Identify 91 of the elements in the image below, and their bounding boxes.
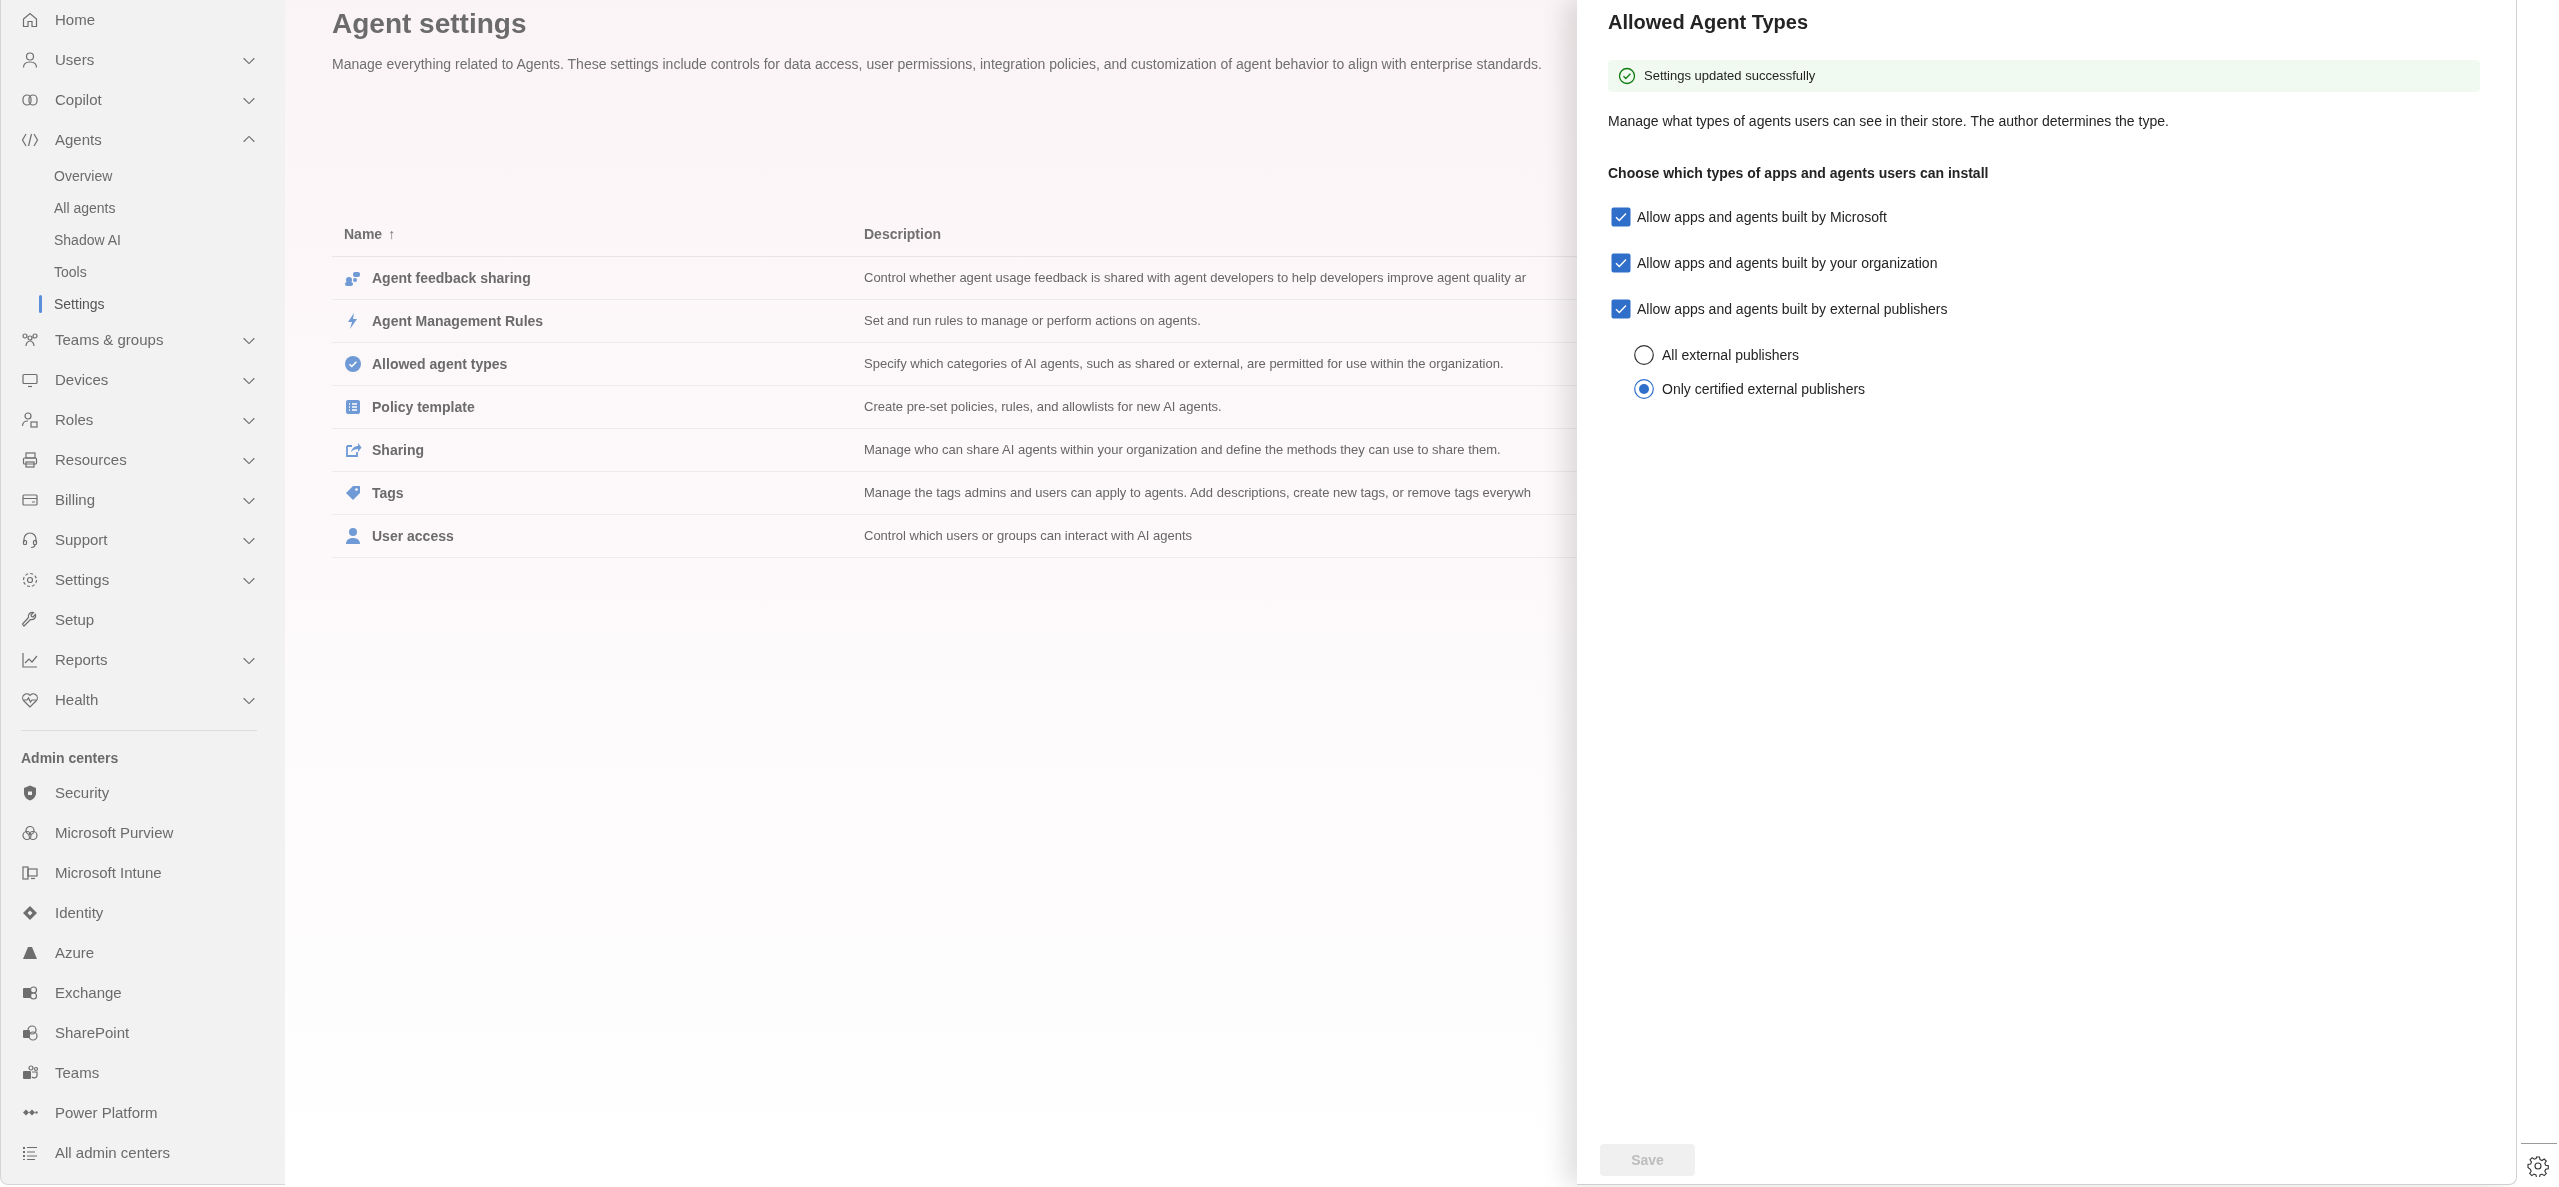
code-brackets-icon [21,131,39,149]
circles-square-icon [21,1024,39,1042]
panel-description: Manage what types of agents users can see in their store. The author determines the type. [1608,112,2170,131]
nav-subitem[interactable]: All agents [54,197,116,219]
line-chart-icon [21,651,39,669]
nav-item[interactable]: Power Platform [55,1101,158,1125]
radio-label[interactable]: All external publishers [1662,344,1799,366]
people-group-icon [21,331,39,349]
table-cell-text: Manage who can share AI agents within your organization and define the methods they can use to share them. [864,441,1501,460]
wrench-icon [21,611,39,629]
nav-item[interactable]: Agents [55,128,102,152]
setting-name-link[interactable]: Allowed agent types [372,353,508,375]
nav-item[interactable]: Resources [55,448,127,472]
nav-subitem[interactable]: Shadow AI [54,229,121,251]
radio-button[interactable] [1634,379,1654,399]
computer-icon [21,864,39,882]
checkbox-label[interactable]: Allow apps and agents built by external publishers [1637,298,1948,320]
column-header[interactable]: Name [344,224,383,245]
setting-name-link[interactable]: Agent feedback sharing [372,267,531,289]
setting-name-link[interactable]: Agent Management Rules [372,310,544,332]
setting-name-link[interactable]: User access [372,525,454,547]
card-icon [21,491,39,509]
table-cell-text: Set and run rules to manage or perform actions on agents. [864,312,1201,331]
headset-icon [21,531,39,549]
page-description: Manage everything related to Agents. These settings include controls for data access, user permissions, integration policies, and customization of agent behavior to align with enterprise standards. [332,55,1543,74]
nav-item[interactable]: Billing [55,488,96,512]
gear-icon [21,571,39,589]
checkbox-label[interactable]: Allow apps and agents built by your organization [1637,252,1938,274]
person-icon [344,527,362,545]
shield-icon [21,784,39,802]
home-icon [21,11,39,29]
monitor-icon [21,371,39,389]
nav-item[interactable]: Roles [55,408,94,432]
checkmark-circle-icon [344,355,362,373]
table-cell-text: Manage the tags admins and users can apply to agents. Add descriptions, create new tags, or remove tags everywh [864,484,1531,503]
checkbox[interactable] [1611,207,1631,227]
radio-label[interactable]: Only certified external publishers [1662,378,1866,400]
table-cell-text: Specify which categories of AI agents, such as shared or external, are permitted for use within the organization. [864,355,1504,374]
overlapping-circles-icon [21,824,39,842]
column-header[interactable]: Description [864,226,941,242]
nav-subitem[interactable]: Overview [54,165,113,187]
nav-item[interactable]: Devices [55,368,109,392]
nav-item[interactable]: Setup [55,608,95,632]
table-cell-text: Control whether agent usage feedback is shared with agent developers to help developers improve agent quality ar [864,269,1526,288]
list-icon [21,1144,39,1162]
tag-icon [344,484,362,502]
list-icon [344,398,362,416]
nav-item[interactable]: Home [55,8,95,32]
nav-item[interactable]: Microsoft Intune [55,861,162,885]
checkbox[interactable] [1611,299,1631,319]
section-heading: Choose which types of apps and agents users can install [1608,164,1990,183]
nav-subitem[interactable]: Tools [54,261,87,283]
checkbox-label[interactable]: Allow apps and agents built by Microsoft [1637,206,1887,228]
nav-item[interactable]: Reports [55,648,108,672]
printer-icon [21,451,39,469]
nav-item[interactable]: Security [55,781,110,805]
nav-item[interactable]: Settings [55,568,110,592]
nav-item[interactable]: Teams & groups [55,328,164,352]
diamond-icon [21,904,39,922]
success-message: Settings updated successfully [1644,67,1816,86]
table-cell-text: Control which users or groups can interact with AI agents [864,527,1193,546]
heart-pulse-icon [21,691,39,709]
overlapping-shapes-icon [21,91,39,109]
setting-name-link[interactable]: Tags [372,482,404,504]
nav-item[interactable]: Identity [55,901,104,925]
checkmark-circle-icon [1618,67,1636,85]
radio-button[interactable] [1634,345,1654,365]
nav-item[interactable]: All admin centers [55,1141,171,1165]
page-title: Agent settings [332,7,528,41]
setting-name-link[interactable]: Sharing [372,439,425,461]
sort-arrow[interactable]: ↑ [388,224,396,245]
nav-item[interactable]: Health [55,688,99,712]
nav-subitem[interactable]: Settings [54,293,105,315]
person-icon [21,51,39,69]
people-chat-icon [344,269,362,287]
person-badge-icon [21,411,39,429]
setting-name-link[interactable]: Policy template [372,396,475,418]
nav-item[interactable]: Support [55,528,108,552]
nav-item[interactable]: Microsoft Purview [55,821,174,845]
share-icon [344,441,362,459]
section-heading: Admin centers [21,749,119,768]
nav-item[interactable]: Azure [55,941,95,965]
panel-title: Allowed Agent Types [1608,10,1810,35]
nav-item[interactable]: SharePoint [55,1021,130,1045]
table-cell-text: Create pre-set policies, rules, and allowlists for new AI agents. [864,398,1222,417]
settings-icon[interactable] [2527,1155,2549,1177]
nav-item[interactable]: Users [55,48,95,72]
nav-item[interactable]: Exchange [55,981,122,1005]
checkbox[interactable] [1611,253,1631,273]
nav-item[interactable]: Teams [55,1061,100,1085]
nav-item[interactable]: Copilot [55,88,102,112]
